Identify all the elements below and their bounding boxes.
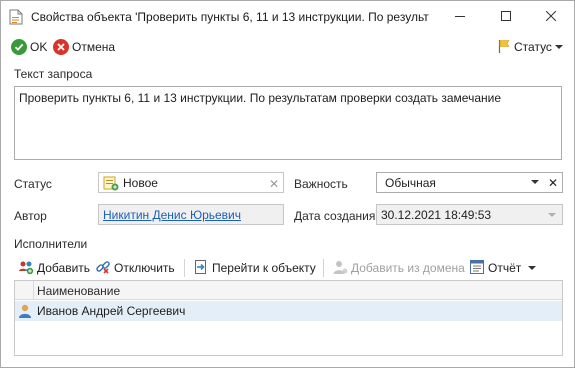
request-text-area[interactable]: Проверить пункты 6, 11 и 13 инструкции. … [14, 86, 562, 160]
clear-status-icon[interactable]: ✕ [269, 177, 279, 191]
add-from-domain-button[interactable]: Добавить из домена [332, 259, 465, 277]
close-button[interactable] [528, 1, 574, 33]
grid-corner [15, 281, 34, 300]
toolbar-separator [323, 259, 324, 277]
clear-importance-icon[interactable]: ✕ [548, 176, 558, 190]
close-icon [545, 10, 557, 24]
status-label: Статус [14, 177, 52, 191]
title-bar[interactable]: Свойства объекта 'Проверить пункты 6, 11… [1, 1, 574, 33]
status-field[interactable]: Новое ✕ [98, 172, 284, 193]
cancel-icon [53, 39, 69, 55]
maximize-icon [501, 10, 511, 24]
created-date-value: 30.12.2021 18:49:53 [381, 207, 492, 222]
minimize-button[interactable] [437, 1, 483, 33]
executors-toolbar: Добавить Отключить Перейти к объекту Доб… [14, 257, 564, 279]
add-executor-button[interactable]: Добавить [18, 259, 90, 277]
flag-icon [497, 39, 511, 56]
author-label: Автор [14, 209, 47, 223]
column-header-name[interactable]: Наименование [37, 284, 120, 298]
dialog-toolbar: OK Отмена Статус [1, 34, 574, 60]
importance-select[interactable]: Обычная ✕ [376, 172, 563, 193]
report-label: Отчёт [488, 261, 522, 275]
importance-value: Обычная [385, 175, 436, 190]
created-date-field: 30.12.2021 18:49:53 [376, 204, 563, 225]
chevron-down-icon[interactable] [531, 180, 539, 184]
detach-executor-label: Отключить [114, 261, 175, 275]
report-icon [469, 259, 485, 278]
properties-window: Свойства объекта 'Проверить пункты 6, 11… [0, 0, 575, 368]
executor-name-cell: Иванов Андрей Сергеевич [37, 304, 186, 318]
domain-user-icon [332, 259, 348, 278]
user-icon [18, 303, 32, 319]
toolbar-separator [184, 259, 185, 277]
go-to-object-icon [193, 259, 209, 278]
chevron-down-icon [528, 266, 537, 270]
ok-button[interactable]: OK [11, 38, 47, 56]
window-title: Свойства объекта 'Проверить пункты 6, 11… [31, 10, 429, 24]
document-properties-icon [9, 9, 23, 25]
report-menu-button[interactable]: Отчёт [469, 259, 537, 278]
add-users-icon [18, 259, 34, 278]
add-from-domain-label: Добавить из домена [351, 261, 465, 275]
importance-label: Важность [294, 177, 348, 191]
cancel-button[interactable]: Отмена [53, 38, 115, 56]
request-text-label: Текст запроса [14, 67, 93, 81]
grid-header: Наименование [15, 281, 562, 300]
author-field: Никитин Денис Юрьевич [98, 204, 284, 225]
executors-grid[interactable]: Наименование Иванов Андрей Сергеевич [14, 280, 563, 356]
chevron-down-icon [554, 45, 563, 49]
minimize-icon [455, 10, 465, 24]
go-to-object-label: Перейти к объекту [212, 261, 316, 275]
status-menu-button[interactable]: Статус [497, 38, 563, 56]
author-link[interactable]: Никитин Денис Юрьевич [103, 208, 241, 222]
go-to-object-button[interactable]: Перейти к объекту [193, 259, 316, 277]
cancel-label: Отмена [72, 40, 116, 54]
status-value: Новое [123, 175, 158, 190]
status-menu-label: Статус [514, 40, 552, 54]
chevron-down-icon [548, 213, 556, 217]
detach-executor-button[interactable]: Отключить [95, 259, 175, 277]
unlink-icon [95, 259, 111, 278]
add-executor-label: Добавить [37, 261, 91, 275]
table-row[interactable]: Иванов Андрей Сергеевич [15, 301, 562, 321]
created-date-label: Дата создания [294, 209, 376, 223]
maximize-button[interactable] [483, 1, 529, 33]
check-icon [11, 39, 27, 55]
ok-label: OK [30, 40, 48, 54]
status-new-icon [103, 175, 119, 191]
executors-label: Исполнители [14, 237, 88, 251]
